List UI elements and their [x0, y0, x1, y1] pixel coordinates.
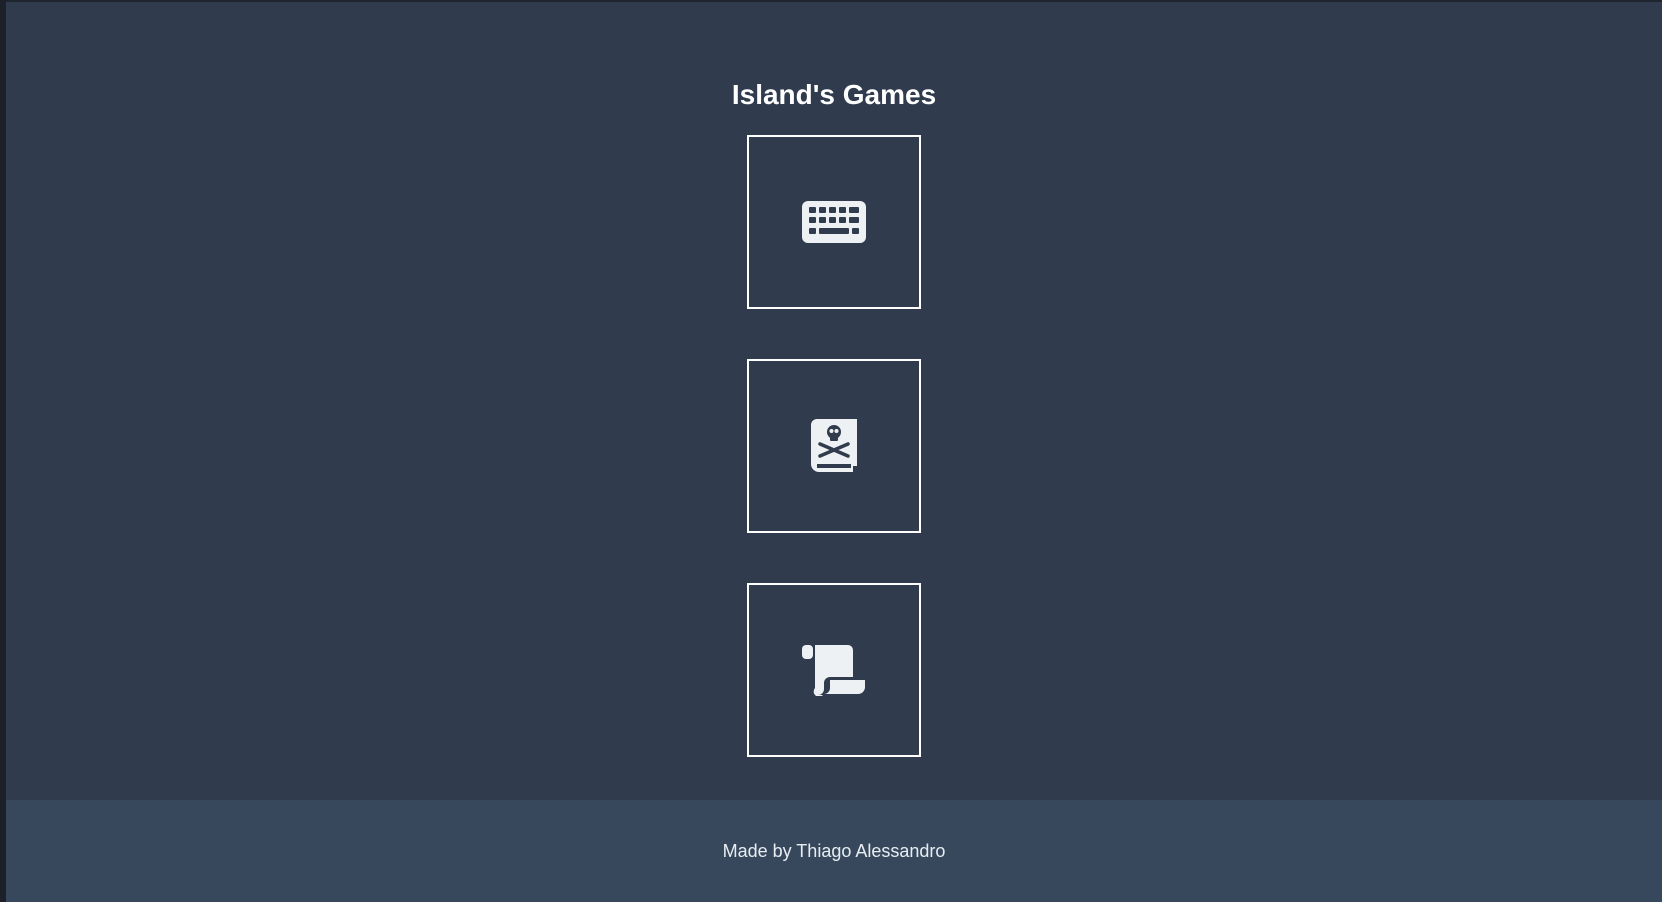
page-title: Island's Games [731, 79, 937, 110]
game-tile-pirate-book[interactable] [747, 359, 921, 533]
skull-crossbones-book-icon [811, 419, 857, 472]
game-tile-scroll[interactable] [747, 583, 921, 757]
scroll-icon [802, 645, 865, 696]
main-area: Island's Games [6, 2, 1662, 800]
footer-credit: Made by Thiago Alessandro [722, 841, 946, 861]
footer: Made by Thiago Alessandro [6, 800, 1662, 902]
keyboard-icon [802, 201, 866, 243]
game-tile-keyboard[interactable] [747, 135, 921, 309]
